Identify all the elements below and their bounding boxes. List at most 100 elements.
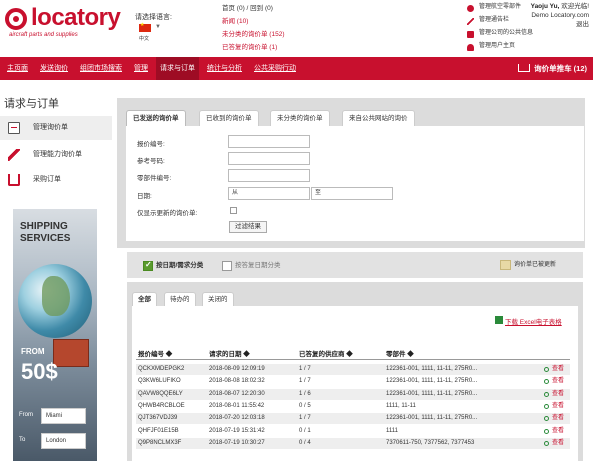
nav-public-procurement[interactable]: 公共采购行动 <box>254 57 296 80</box>
china-flag-icon[interactable] <box>139 22 151 32</box>
stats-answered-link[interactable]: 已答复的询价单 (1) <box>222 41 284 54</box>
cart-icon <box>518 64 531 72</box>
cell-answered: 1 / 6 <box>299 390 311 397</box>
sidebar-title: 请求与订单 <box>4 98 59 110</box>
cell-parts: 1111, 11-11 <box>386 402 416 409</box>
ad-from-input[interactable]: Miami <box>41 408 86 424</box>
nav-home[interactable]: 主页面 <box>7 57 28 80</box>
updated-swatch <box>500 260 511 270</box>
cell-parts: 122361-001, 1111, 11-11, 275R0... <box>386 415 478 422</box>
cell-rfq-no[interactable]: QAVW8QQE6LY <box>138 389 183 400</box>
view-link[interactable]: 查看 <box>544 401 564 412</box>
magnifier-icon <box>544 379 549 385</box>
shipping-ad-banner[interactable]: SHIPPING SERVICES FROM 50$ From Miami To… <box>13 209 97 461</box>
view-link[interactable]: 查看 <box>544 413 564 424</box>
magnifier-icon <box>544 416 549 422</box>
chevron-down-icon[interactable]: ▼ <box>155 24 161 30</box>
ad-to-input[interactable]: London <box>41 433 86 449</box>
cell-answered: 1 / 7 <box>299 366 311 372</box>
magnifier-icon <box>544 391 549 397</box>
view-link[interactable]: 查看 <box>544 364 564 375</box>
date-label: 日期: <box>137 193 152 200</box>
rfq-number-input[interactable] <box>228 135 310 148</box>
quick-link-user[interactable]: 管理用户主页 <box>467 41 593 54</box>
sidebar-item-purchase-orders[interactable]: 采购订单 <box>0 168 112 192</box>
cell-rfq-no[interactable]: QCKXMDEPGK2 <box>138 364 184 375</box>
download-excel-link[interactable]: 下载 Excel电子表格 <box>495 316 562 326</box>
cell-rfq-no[interactable]: Q9P8NCLMX3F <box>138 438 181 449</box>
filter-results-button[interactable]: 过滤结果 <box>229 221 267 233</box>
column-header-answered[interactable]: 已答复的供应商 ◆ <box>299 348 353 358</box>
quick-link-company[interactable]: 管理公司的公共信息 <box>467 28 593 41</box>
stats-home-link[interactable]: 首页 (0) / 回到 (0) <box>222 2 284 15</box>
table-row[interactable]: QHFJF01E15B 2018-07-19 15:31:42 0 / 1 1111 查… <box>136 426 570 437</box>
stats-news-link[interactable]: 新闻 (10) <box>222 15 284 28</box>
cell-rfq-no[interactable]: QHFJF01E15B <box>138 426 179 437</box>
table-row[interactable]: QJT367VDJ39 2018-07-20 12:03:18 1 / 7 12236… <box>136 413 570 425</box>
date-to-input[interactable]: 至 <box>311 187 393 200</box>
cell-answered: 0 / 5 <box>299 402 311 409</box>
view-link[interactable]: 查看 <box>544 376 564 387</box>
reference-number-label: 参考号码: <box>137 158 165 165</box>
part-number-input[interactable] <box>228 169 310 182</box>
cell-rfq-no[interactable]: Q3KW6LUFIKO <box>138 376 181 387</box>
globe-icon <box>18 264 92 338</box>
nav-statistics[interactable]: 统计与分析 <box>207 57 242 80</box>
table-header-divider <box>136 359 570 360</box>
table-row[interactable]: Q3KW6LUFIKO 2018-08-08 18:02:32 1 / 7 12236… <box>136 376 570 387</box>
rfq-cart-button[interactable]: 询价单推车 (12) <box>518 57 587 80</box>
column-header-rfq-no[interactable]: 报价编号 ◆ <box>138 348 172 358</box>
group-by-answer-option[interactable]: 按答复日期分类 <box>222 261 281 271</box>
view-link[interactable]: 查看 <box>544 426 564 437</box>
tab-closed[interactable]: 关闭的 <box>202 292 234 306</box>
view-link[interactable]: 查看 <box>544 389 564 400</box>
column-header-request-date[interactable]: 请求的日期 ◆ <box>209 348 250 358</box>
column-header-parts[interactable]: 零部件 ◆ <box>386 348 414 358</box>
changed-only-checkbox[interactable] <box>230 207 237 214</box>
cell-rfq-no[interactable]: QHWB4RCBLOE <box>138 401 185 412</box>
locatory-logo[interactable]: locatory aircraft parts and supplies <box>5 4 133 38</box>
main-navbar: 主页面 发送询价 组团市场搜索 管理 请求与订单 统计与分析 公共采购行动 询价… <box>0 57 593 80</box>
ad-price: 50$ <box>21 359 58 384</box>
reference-number-input[interactable] <box>228 152 310 165</box>
table-row[interactable]: QAVW8QQE6LY 2018-08-07 12:20:30 1 / 6 12236… <box>136 388 570 400</box>
ad-from-label: From <box>19 412 33 418</box>
cell-request-date: 2018-07-19 15:31:42 <box>209 427 265 434</box>
date-from-input[interactable]: 从 <box>228 187 310 200</box>
table-row[interactable]: Q9P8NCLMX3F 2018-07-19 10:30:27 0 / 4 73706… <box>136 437 570 449</box>
tab-public-rfq[interactable]: 来自公共网站的询价 <box>342 110 415 126</box>
sidebar-item-capability-rfq[interactable]: 管理能力询价单 <box>0 143 112 167</box>
language-label: 请选择语言: <box>135 14 172 21</box>
cell-answered: 0 / 1 <box>299 427 311 434</box>
table-row[interactable]: QCKXMDEPGK2 2018-08-09 12:09:19 1 / 7 12236… <box>136 364 570 375</box>
stats-unsorted-link[interactable]: 未分类的询价单 (152) <box>222 28 284 41</box>
pen-icon <box>467 18 474 25</box>
cell-request-date: 2018-08-07 12:20:30 <box>209 390 265 397</box>
shipping-boxes-icon <box>53 339 89 367</box>
nav-requests-orders[interactable]: 请求与订单 <box>156 57 199 80</box>
logo-text: locatory <box>31 4 121 31</box>
cell-answered: 0 / 4 <box>299 439 311 446</box>
table-row[interactable]: QHWB4RCBLOE 2018-08-01 11:55:42 0 / 5 1111,… <box>136 401 570 412</box>
nav-market-search[interactable]: 组团市场搜索 <box>80 57 122 80</box>
part-number-label: 零部件编号: <box>137 175 172 182</box>
tab-received-rfq[interactable]: 已收到的询价单 <box>199 110 259 126</box>
header: locatory aircraft parts and supplies 请选择… <box>0 0 593 55</box>
sidebar-item-manage-rfq[interactable]: 管理询价单 <box>0 116 112 140</box>
nav-send-rfq[interactable]: 发送询价 <box>40 57 68 80</box>
updated-legend: 询价单已被更新 <box>500 260 556 270</box>
language-selected[interactable]: 中文 <box>139 35 149 42</box>
cell-rfq-no[interactable]: QJT367VDJ39 <box>138 413 177 424</box>
parts-icon <box>467 5 474 12</box>
tab-unsorted-rfq[interactable]: 未分类的询价单 <box>270 110 330 126</box>
cell-answered: 1 / 7 <box>299 415 311 422</box>
magnifier-icon <box>544 428 549 434</box>
view-link[interactable]: 查看 <box>544 438 564 449</box>
tab-pending[interactable]: 待办的 <box>164 292 196 306</box>
nav-manage[interactable]: 管理 <box>134 57 148 80</box>
group-by-date-option[interactable]: 按日期/需求分类 <box>143 260 203 271</box>
tab-all[interactable]: 全部 <box>132 292 157 306</box>
ad-from-text: FROM <box>21 347 45 356</box>
tab-sent-rfq[interactable]: 已发送的询价单 <box>126 110 186 126</box>
logout-link[interactable]: 退出 <box>531 20 589 29</box>
